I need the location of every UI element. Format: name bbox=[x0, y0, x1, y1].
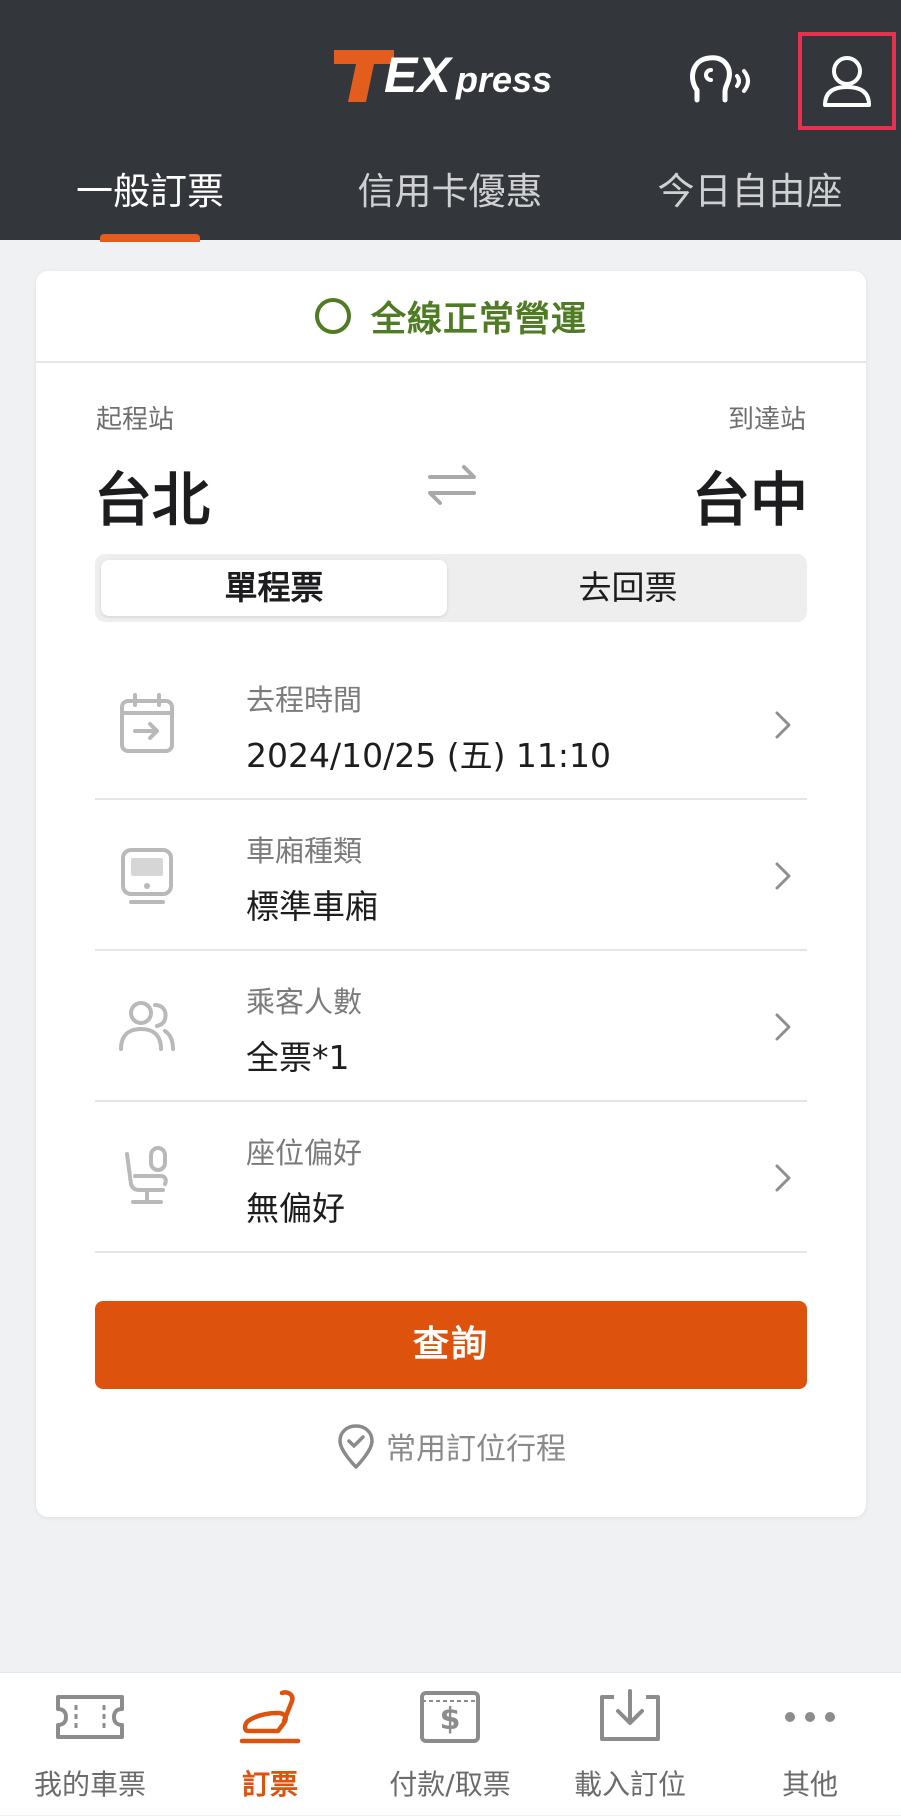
support-button[interactable] bbox=[678, 44, 762, 116]
more-icon bbox=[785, 1712, 835, 1722]
chevron-right-icon bbox=[775, 862, 791, 890]
service-status: 全線正常營運 bbox=[36, 271, 866, 363]
row-label: 車廂種類 bbox=[246, 834, 363, 868]
nav-label: 我的車票 bbox=[33, 1768, 146, 1801]
train-icon bbox=[121, 848, 173, 904]
booking-tabs: 一般訂票 信用卡優惠 今日自由座 bbox=[0, 150, 901, 242]
single-trip-option[interactable]: 單程票 bbox=[101, 560, 447, 616]
passengers-icon bbox=[119, 1001, 175, 1051]
row-value: 全票*1 bbox=[246, 1038, 350, 1077]
booking-card: 全線正常營運 起程站 到達站 台北 台中 單程票 去回票 去程時間 2024/1… bbox=[36, 271, 866, 1517]
departure-station-label: 起程站 bbox=[96, 405, 175, 435]
row-label: 乘客人數 bbox=[246, 985, 363, 1019]
row-value: 無偏好 bbox=[246, 1189, 345, 1228]
row-label: 座位偏好 bbox=[246, 1136, 363, 1170]
texpress-logo: EX press bbox=[334, 47, 552, 103]
tab-general-booking[interactable]: 一般訂票 bbox=[0, 162, 300, 222]
app-header: EX press 一般訂票 信用卡優惠 今日自由座 bbox=[0, 0, 901, 242]
seat-preference-row[interactable]: 座位偏好 無偏好 bbox=[95, 1102, 807, 1253]
status-text: 全線正常營運 bbox=[370, 299, 587, 340]
favorite-itineraries-label: 常用訂位行程 bbox=[386, 1432, 566, 1467]
swap-stations-icon[interactable] bbox=[420, 453, 484, 517]
calendar-icon bbox=[120, 693, 174, 753]
support-voice-icon bbox=[690, 55, 750, 103]
tab-credit-card-offers[interactable]: 信用卡優惠 bbox=[300, 162, 600, 222]
favorite-itineraries-link[interactable]: 常用訂位行程 bbox=[36, 1421, 866, 1471]
nav-booking[interactable]: 訂票 bbox=[180, 1673, 360, 1816]
departure-time-row[interactable]: 去程時間 2024/10/25 (五) 11:10 bbox=[95, 649, 807, 800]
download-icon bbox=[600, 1689, 660, 1741]
svg-text:$: $ bbox=[440, 1702, 461, 1737]
trip-type-selector: 單程票 去回票 bbox=[95, 554, 807, 622]
user-icon bbox=[823, 56, 871, 107]
nav-load-booking[interactable]: 載入訂位 bbox=[540, 1673, 720, 1816]
round-trip-option[interactable]: 去回票 bbox=[455, 560, 801, 616]
location-check-icon bbox=[338, 1424, 374, 1469]
passengers-row[interactable]: 乘客人數 全票*1 bbox=[95, 951, 807, 1102]
row-label: 去程時間 bbox=[246, 683, 363, 717]
nav-label: 訂票 bbox=[241, 1768, 298, 1801]
nav-label: 載入訂位 bbox=[573, 1768, 686, 1801]
chevron-right-icon bbox=[775, 711, 791, 739]
logo-press: press bbox=[455, 59, 552, 100]
row-value: 標準車廂 bbox=[246, 887, 378, 926]
arrival-station-label: 到達站 bbox=[727, 405, 806, 435]
nav-label: 其他 bbox=[781, 1768, 838, 1801]
seat-booking-icon bbox=[239, 1690, 301, 1744]
seat-icon bbox=[125, 1146, 168, 1204]
row-value: 2024/10/25 (五) 11:10 bbox=[246, 736, 612, 775]
nav-payment-pickup[interactable]: $ 付款/取票 bbox=[360, 1673, 540, 1816]
logo-ex: EX bbox=[384, 47, 453, 103]
status-circle-icon bbox=[314, 298, 351, 334]
nav-more[interactable]: 其他 bbox=[720, 1673, 900, 1816]
bottom-navigation: 我的車票 訂票 $ 付款/取票 載入訂位 其他 bbox=[0, 1672, 901, 1815]
payment-icon: $ bbox=[420, 1691, 480, 1743]
account-button[interactable] bbox=[798, 32, 896, 130]
nav-label: 付款/取票 bbox=[389, 1768, 511, 1801]
ticket-icon bbox=[56, 1695, 124, 1739]
chevron-right-icon bbox=[775, 1013, 791, 1041]
chevron-right-icon bbox=[775, 1164, 791, 1192]
search-button[interactable]: 查詢 bbox=[95, 1301, 807, 1389]
departure-station[interactable]: 台北 bbox=[94, 453, 210, 537]
active-tab-indicator bbox=[100, 234, 200, 242]
nav-my-tickets[interactable]: 我的車票 bbox=[0, 1673, 180, 1816]
tab-today-free-seating[interactable]: 今日自由座 bbox=[600, 162, 900, 222]
arrival-station[interactable]: 台中 bbox=[692, 453, 808, 537]
car-type-row[interactable]: 車廂種類 標準車廂 bbox=[95, 800, 807, 951]
